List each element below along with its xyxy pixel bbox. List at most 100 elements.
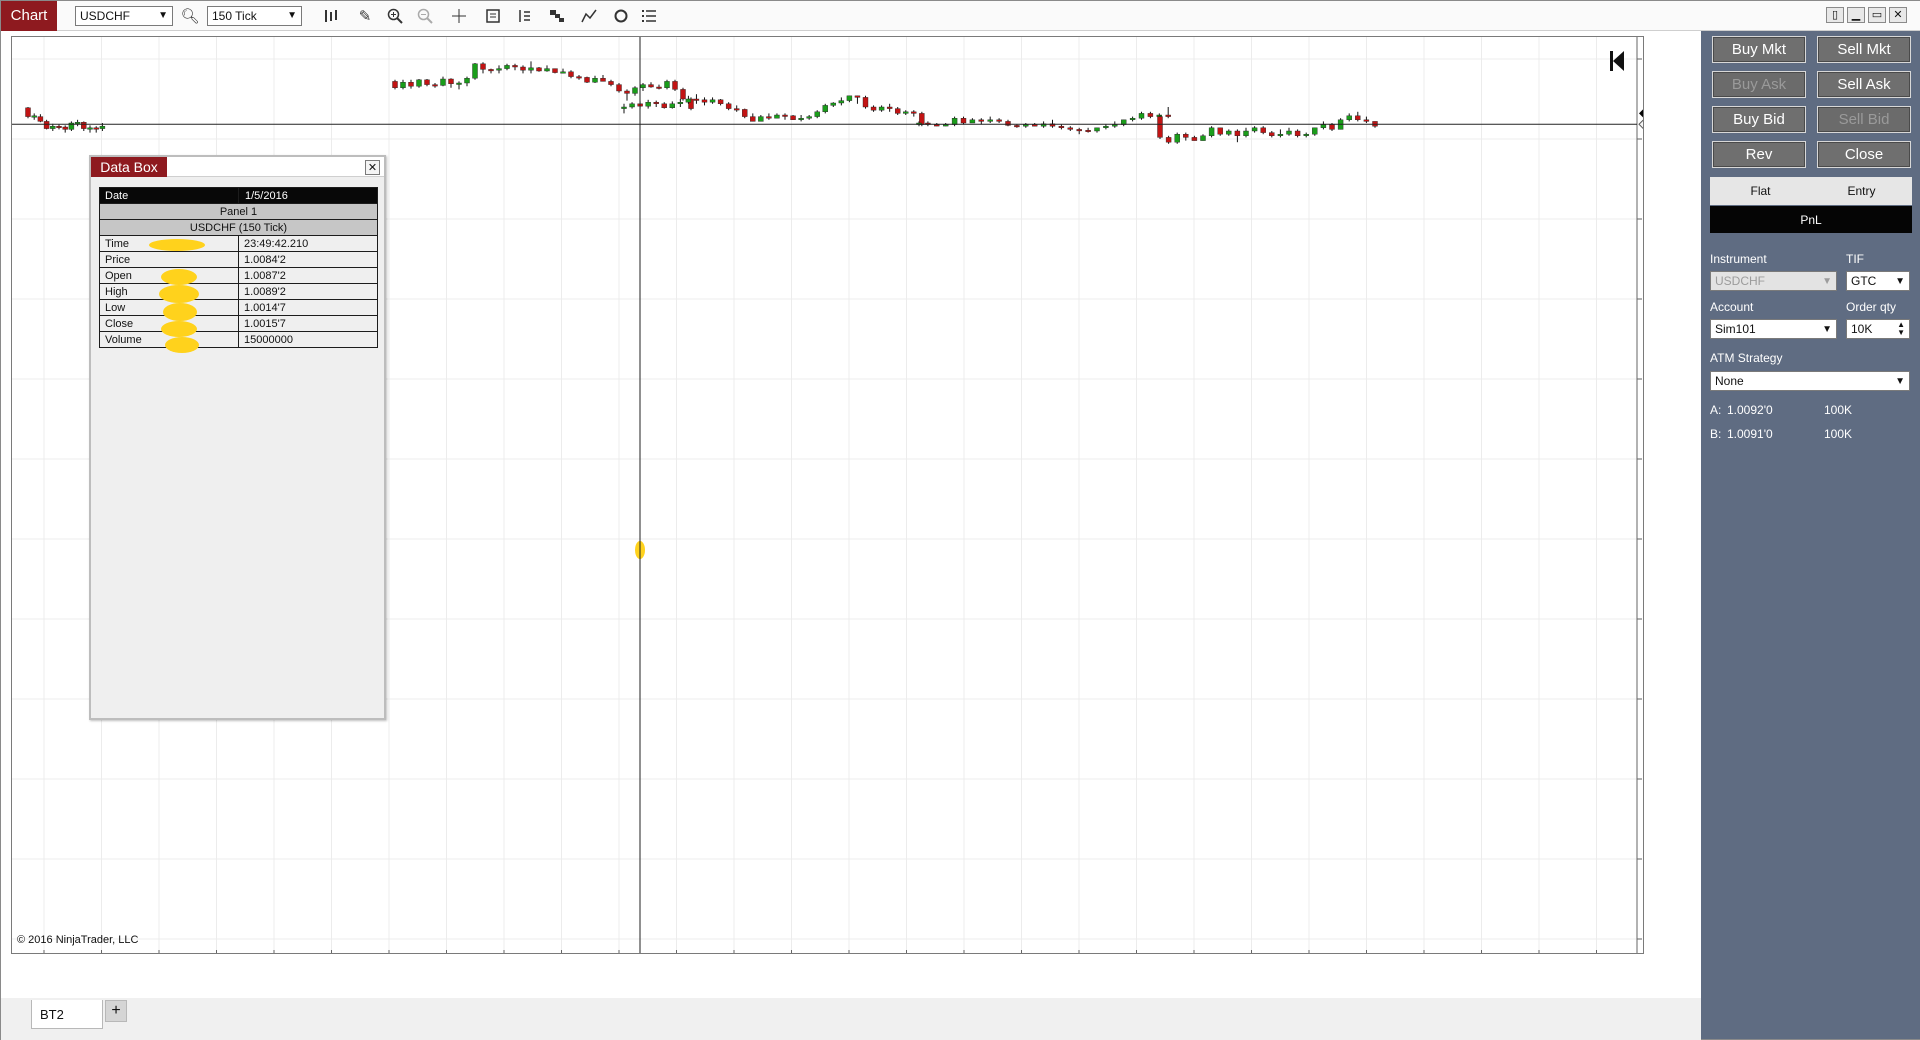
candle-body bbox=[672, 81, 678, 90]
indicators-icon[interactable] bbox=[514, 5, 536, 27]
candle-body bbox=[693, 98, 700, 101]
candle-body bbox=[766, 116, 772, 119]
chevron-down-icon: ▼ bbox=[158, 10, 168, 21]
candle-body bbox=[432, 84, 438, 87]
account-select[interactable]: Sim101 ▼ bbox=[1710, 319, 1837, 339]
row-value: 1.0084'2 bbox=[238, 251, 378, 268]
pnl-display[interactable]: PnL bbox=[1710, 206, 1912, 233]
restore-icon: ▯ bbox=[1831, 8, 1839, 21]
zoom-in-icon[interactable] bbox=[384, 5, 406, 27]
maximize-button[interactable]: ▭ bbox=[1868, 7, 1886, 23]
highlight-scribble bbox=[165, 337, 199, 353]
sell-bid-button[interactable]: Sell Bid bbox=[1817, 106, 1911, 133]
candle-body bbox=[512, 65, 518, 68]
order-qty-stepper[interactable]: 10K ▲ ▼ bbox=[1846, 319, 1910, 339]
candle-body bbox=[1234, 130, 1241, 136]
close-button[interactable]: ✕ bbox=[1889, 7, 1907, 23]
candle-body bbox=[987, 119, 993, 122]
candle-body bbox=[1251, 127, 1258, 132]
data-box-window[interactable]: Data Box ✕ Date 1/5/2016 Panel 1 USDCHF … bbox=[89, 155, 386, 720]
restore-button[interactable]: ▯ bbox=[1826, 7, 1844, 23]
properties-icon[interactable] bbox=[482, 5, 504, 27]
candle-body bbox=[1312, 127, 1318, 135]
data-box-title: Data Box bbox=[91, 157, 167, 177]
account-label: Account bbox=[1710, 300, 1754, 314]
sell-market-button[interactable]: Sell Mkt bbox=[1817, 36, 1911, 63]
crosshair-icon[interactable] bbox=[448, 5, 470, 27]
candle-body bbox=[911, 111, 917, 114]
chart-window: Chart USDCHF ▼ 🔍︎ 150 Tick ▼ ✎ ▯ ▁ ▭ ✕ ©… bbox=[0, 0, 1920, 1040]
candle-body bbox=[774, 114, 780, 119]
candle-body bbox=[1183, 133, 1189, 138]
crosshair-glyph bbox=[452, 8, 466, 23]
table-row: Open 1.0087'2 bbox=[99, 267, 378, 284]
candle-body bbox=[480, 63, 486, 70]
minimize-button[interactable]: ▁ bbox=[1847, 7, 1865, 23]
tab-bt2[interactable]: BT2 bbox=[31, 1000, 103, 1029]
reload-glyph bbox=[614, 9, 628, 22]
list-icon[interactable] bbox=[638, 5, 660, 27]
data-box-close-button[interactable]: ✕ bbox=[365, 160, 380, 175]
copyright-text: © 2016 NinjaTrader, LLC bbox=[17, 934, 139, 946]
candle-body bbox=[1156, 114, 1163, 117]
candle-body bbox=[408, 82, 414, 87]
buy-ask-button[interactable]: Buy Ask bbox=[1712, 71, 1806, 98]
candle-body bbox=[472, 63, 478, 79]
account-select-value: Sim101 bbox=[1715, 322, 1756, 336]
candle-body bbox=[1191, 137, 1198, 141]
candle-body bbox=[725, 103, 732, 109]
candle-body bbox=[701, 99, 708, 103]
data-box-titlebar[interactable]: Data Box ✕ bbox=[91, 157, 384, 177]
window-controls: ▯ ▁ ▭ ✕ bbox=[1826, 7, 1907, 23]
add-tab-button[interactable]: + bbox=[105, 1000, 127, 1022]
candle-body bbox=[392, 81, 398, 89]
reverse-button[interactable]: Rev bbox=[1712, 141, 1806, 168]
candle-body bbox=[1269, 132, 1275, 136]
close-position-button[interactable]: Close bbox=[1817, 141, 1911, 168]
period-selector[interactable]: 150 Tick ▼ bbox=[207, 5, 302, 26]
zoom-out-icon[interactable] bbox=[414, 5, 436, 27]
candle-body bbox=[632, 87, 638, 94]
strategies-icon[interactable] bbox=[546, 5, 568, 27]
candle-body bbox=[43, 121, 50, 129]
candle-body bbox=[576, 76, 582, 79]
zoom-out-glyph bbox=[417, 8, 433, 24]
bar-style-icon[interactable] bbox=[320, 5, 342, 27]
candle-body bbox=[661, 103, 667, 109]
sell-ask-button[interactable]: Sell Ask bbox=[1817, 71, 1911, 98]
candle-body bbox=[878, 106, 885, 111]
candle-body bbox=[1157, 116, 1163, 138]
reload-icon[interactable] bbox=[610, 5, 632, 27]
search-icon[interactable]: 🔍︎ bbox=[179, 5, 201, 27]
candle-body bbox=[640, 84, 646, 88]
buy-bid-button[interactable]: Buy Bid bbox=[1712, 106, 1806, 133]
candle-body bbox=[1165, 137, 1172, 143]
pencil-icon[interactable]: ✎ bbox=[354, 5, 376, 27]
candle-body bbox=[1294, 130, 1301, 136]
candle-body bbox=[544, 68, 550, 72]
tab-entry[interactable]: Entry bbox=[1811, 177, 1912, 205]
tab-flat[interactable]: Flat bbox=[1710, 177, 1811, 205]
drawing-tools-icon[interactable] bbox=[578, 5, 600, 27]
atm-strategy-select[interactable]: None ▼ bbox=[1710, 371, 1910, 391]
tif-select[interactable]: GTC ▼ bbox=[1846, 271, 1910, 291]
instrument-selector[interactable]: USDCHF ▼ bbox=[75, 5, 173, 26]
plus-icon: + bbox=[111, 1002, 121, 1019]
table-row: Volume 15000000 bbox=[99, 331, 378, 348]
candle-body bbox=[504, 65, 510, 69]
candle-body bbox=[903, 111, 909, 114]
candle-body bbox=[1005, 121, 1011, 126]
stepper-icon[interactable]: ▲ ▼ bbox=[1897, 321, 1905, 337]
candle-body bbox=[1129, 117, 1136, 120]
candle-body bbox=[734, 108, 740, 111]
candle-body bbox=[62, 126, 68, 130]
candle-body bbox=[653, 101, 659, 104]
properties-glyph bbox=[486, 8, 500, 23]
candle-body bbox=[1103, 125, 1109, 128]
candle-body bbox=[814, 111, 820, 117]
buy-market-button[interactable]: Buy Mkt bbox=[1712, 36, 1806, 63]
candle-body bbox=[552, 68, 558, 73]
highlight-scribble bbox=[163, 303, 197, 321]
table-row: Time 23:49:42.210 bbox=[99, 235, 378, 252]
candle-body bbox=[520, 66, 526, 71]
